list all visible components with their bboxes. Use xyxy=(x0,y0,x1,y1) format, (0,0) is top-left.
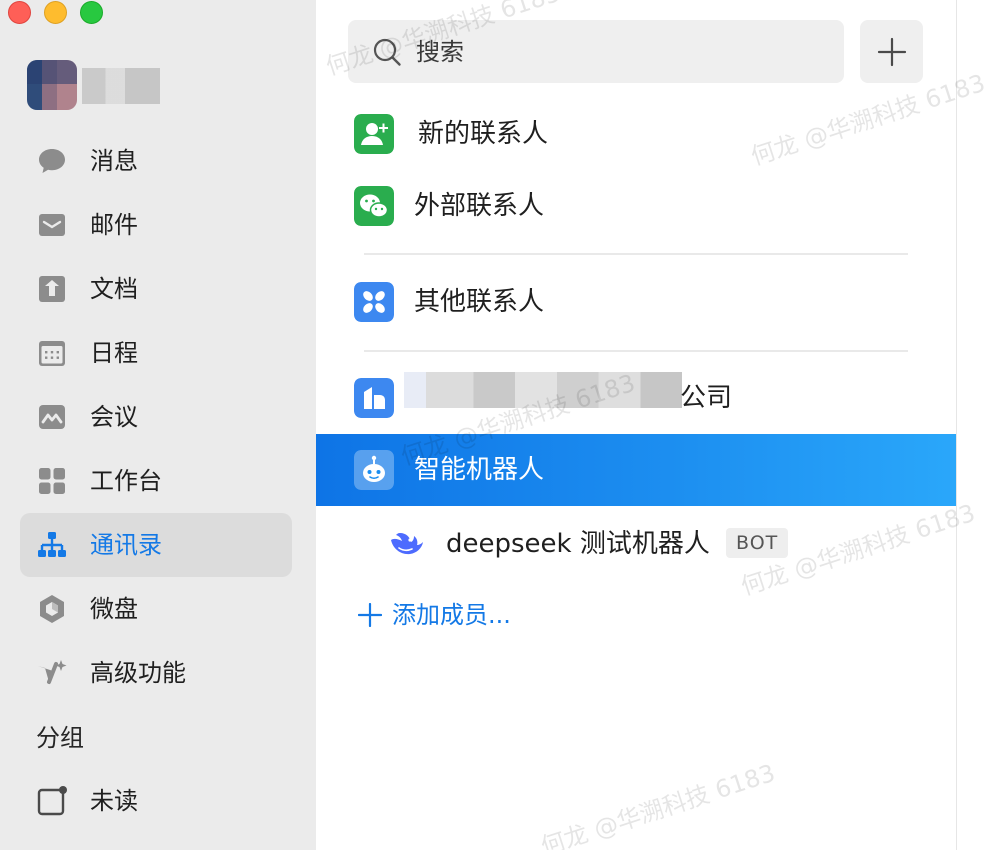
sidebar-item-unread[interactable]: 未读 xyxy=(20,769,292,833)
sidebar-item-docs[interactable]: 文档 xyxy=(20,257,292,321)
contact-entry-other[interactable]: 其他联系人 xyxy=(316,266,956,338)
sidebar-item-label: 会议 xyxy=(90,403,138,431)
group-section-label: 分组 xyxy=(36,724,84,752)
company-name-redacted xyxy=(404,372,682,408)
bot-list-item[interactable]: deepseek 测试机器人 BOT xyxy=(316,508,956,580)
sidebar-item-contacts[interactable]: 通讯录 xyxy=(20,513,292,577)
add-button[interactable] xyxy=(860,20,923,83)
window-minimize-button[interactable] xyxy=(44,1,67,24)
contact-entry-smart-robot[interactable]: 智能机器人 xyxy=(316,434,956,506)
sidebar-item-label: 通讯录 xyxy=(90,531,162,559)
sidebar-item-messages[interactable]: 消息 xyxy=(20,129,292,193)
plus-icon xyxy=(877,37,907,67)
bot-badge: BOT xyxy=(726,528,789,558)
sidebar-item-label: 微盘 xyxy=(90,595,138,623)
calendar-icon xyxy=(39,341,65,366)
org-chart-icon xyxy=(38,532,66,557)
window-zoom-button[interactable] xyxy=(80,1,103,24)
contact-entry-label: 公司 xyxy=(680,383,733,413)
contact-entry-external[interactable]: 外部联系人 xyxy=(316,170,956,242)
robot-icon xyxy=(354,450,394,490)
chat-bubble-icon xyxy=(39,149,65,173)
grid-icon xyxy=(39,468,65,494)
contact-entry-company[interactable]: 公司 xyxy=(316,362,956,434)
sparkle-icon xyxy=(38,660,67,684)
bot-name: deepseek 测试机器人 xyxy=(446,529,710,559)
sidebar-item-label: 日程 xyxy=(90,339,138,367)
add-member-label: 添加成员... xyxy=(392,601,511,629)
sidebar: 消息 邮件 文档 日程 会议 工作台 通讯录 微盘 高级功能 分组 未读 xyxy=(0,0,316,850)
contact-entry-label: 智能机器人 xyxy=(414,455,545,485)
contact-entry-label: 新的联系人 xyxy=(418,119,549,149)
contact-entry-new[interactable]: 新的联系人 xyxy=(316,98,956,170)
sidebar-item-label: 邮件 xyxy=(90,211,138,239)
plus-icon xyxy=(358,603,382,627)
divider xyxy=(364,350,908,352)
document-icon xyxy=(39,276,65,302)
search-box[interactable] xyxy=(348,20,844,83)
drive-icon xyxy=(40,595,64,623)
deepseek-whale-icon xyxy=(391,533,423,555)
avatar[interactable] xyxy=(27,60,77,110)
sidebar-item-meeting[interactable]: 会议 xyxy=(20,385,292,449)
sidebar-item-label: 高级功能 xyxy=(90,659,186,687)
sidebar-item-calendar[interactable]: 日程 xyxy=(20,321,292,385)
pinwheel-icon xyxy=(354,282,394,322)
panel-divider xyxy=(956,0,957,850)
divider xyxy=(364,253,908,255)
meeting-icon xyxy=(39,405,65,429)
sidebar-item-label: 文档 xyxy=(90,275,138,303)
sidebar-item-workbench[interactable]: 工作台 xyxy=(20,449,292,513)
contact-entry-label: 其他联系人 xyxy=(414,287,545,317)
wechat-icon xyxy=(354,186,394,226)
username-redacted xyxy=(82,68,160,104)
unread-icon xyxy=(37,786,67,816)
window-close-button[interactable] xyxy=(8,1,31,24)
contact-entry-label: 外部联系人 xyxy=(414,191,545,221)
mail-icon xyxy=(39,214,65,236)
sidebar-item-drive[interactable]: 微盘 xyxy=(20,577,292,641)
sidebar-item-mail[interactable]: 邮件 xyxy=(20,193,292,257)
search-icon xyxy=(373,38,401,66)
sidebar-item-label: 工作台 xyxy=(90,467,162,495)
contacts-panel: 新的联系人 外部联系人 其他联系人 公司 xyxy=(316,0,956,850)
sidebar-item-label: 未读 xyxy=(90,787,138,815)
sidebar-item-advanced[interactable]: 高级功能 xyxy=(20,641,292,705)
company-icon xyxy=(354,378,394,418)
search-input[interactable] xyxy=(416,30,816,74)
sidebar-item-label: 消息 xyxy=(90,147,138,175)
add-contact-icon xyxy=(354,114,394,154)
